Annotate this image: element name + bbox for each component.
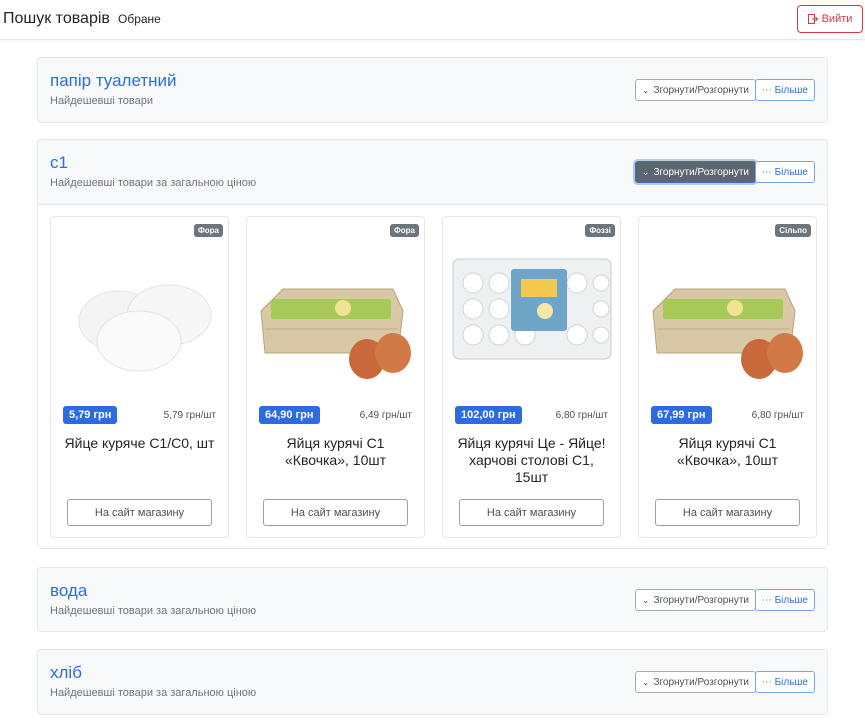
product-name: Яйця курячі Це - Яйце! харчові столові С…: [457, 435, 606, 485]
search-section: с1 Найдешевші товари за загальною ціною …: [37, 139, 828, 549]
store-badge: Фора: [193, 224, 223, 237]
search-section: хліб Найдешевші товари за загальною ціно…: [37, 649, 828, 715]
toggle-label: Згорнути/Розгорнути: [653, 166, 749, 178]
product-card: Фоззі 102,00 грн 6,80 грн/шт Яйця курячі…: [442, 216, 621, 538]
logout-icon: [807, 14, 818, 24]
go-to-store-button[interactable]: На сайт магазину: [67, 499, 212, 526]
section-subtitle: Найдешевші товари за загальною ціною: [50, 605, 257, 617]
ellipsis-icon: ⋯: [761, 594, 772, 606]
search-section: папір туалетний Найдешевші товари ⌄ Згорн…: [37, 57, 828, 123]
more-label: Більше: [774, 84, 808, 96]
toggle-collapse-button[interactable]: ⌄ Згорнути/Розгорнути: [634, 589, 756, 611]
toggle-label: Згорнути/Розгорнути: [653, 676, 749, 688]
toggle-label: Згорнути/Розгорнути: [653, 594, 749, 606]
store-badge: Фора: [389, 224, 419, 237]
more-button[interactable]: ⋯ Більше: [754, 671, 815, 693]
toggle-collapse-button[interactable]: ⌄ Згорнути/Розгорнути: [634, 79, 756, 101]
store-badge: Сільпо: [775, 224, 811, 237]
more-button[interactable]: ⋯ Більше: [754, 161, 815, 183]
product-name: Яйце куряче С1/С0, шт: [64, 435, 215, 451]
section-title: с1: [50, 153, 68, 172]
section-subtitle: Найдешевші товари за загальною ціною: [50, 177, 257, 189]
product-image: [652, 288, 803, 379]
nav-favorites-link[interactable]: Обране: [118, 12, 161, 26]
section-title: вода: [50, 581, 88, 600]
product-name: Яйця курячі С1 «Квочка», 10шт: [677, 435, 778, 468]
product-list: Фора 5,79 грн 5,79 грн/шт Яйце куряче С1…: [38, 204, 827, 548]
toggle-collapse-button[interactable]: ⌄ Згорнути/Розгорнути: [634, 161, 756, 183]
chevron-down-icon: ⌄: [641, 166, 650, 177]
unit-price: 6,49 грн/шт: [359, 410, 412, 421]
go-to-store-button[interactable]: На сайт магазину: [459, 499, 604, 526]
go-to-store-button[interactable]: На сайт магазину: [655, 499, 800, 526]
product-image: [78, 284, 212, 372]
more-button[interactable]: ⋯ Більше: [754, 589, 815, 611]
price-badge: 5,79 грн: [63, 406, 118, 424]
chevron-down-icon: ⌄: [641, 676, 650, 687]
price-badge: 102,00 грн: [455, 406, 522, 424]
product-card: Фора 64,90 грн 6,49 грн/шт Яйця курячі С…: [246, 216, 425, 538]
more-label: Більше: [774, 166, 808, 178]
unit-price: 6,80 грн/шт: [555, 410, 608, 421]
more-label: Більше: [774, 676, 808, 688]
ellipsis-icon: ⋯: [761, 166, 772, 178]
product-image: [452, 258, 612, 360]
store-badge: Фоззі: [585, 224, 615, 237]
price-badge: 64,90 грн: [259, 406, 320, 424]
chevron-down-icon: ⌄: [641, 84, 650, 95]
ellipsis-icon: ⋯: [761, 676, 772, 688]
go-to-store-button[interactable]: На сайт магазину: [263, 499, 408, 526]
toggle-collapse-button[interactable]: ⌄ Згорнути/Розгорнути: [634, 671, 756, 693]
product-card: Фора 5,79 грн 5,79 грн/шт Яйце куряче С1…: [50, 216, 229, 538]
product-name: Яйця курячі С1 «Квочка», 10шт: [285, 435, 386, 468]
search-section: вода Найдешевші товари за загальною ціно…: [37, 567, 828, 632]
price-badge: 67,99 грн: [651, 406, 712, 424]
product-image: [260, 288, 411, 379]
unit-price: 5,79 грн/шт: [163, 410, 216, 421]
unit-price: 6,80 грн/шт: [751, 410, 804, 421]
logout-button[interactable]: Вийти: [797, 5, 863, 33]
section-subtitle: Найдешевші товари за загальною ціною: [50, 687, 257, 699]
top-navbar: Пошук товарів Обране Вийти: [0, 0, 865, 40]
section-title: хліб: [50, 663, 82, 682]
brand-link[interactable]: Пошук товарів: [3, 10, 110, 28]
chevron-down-icon: ⌄: [641, 594, 650, 605]
section-subtitle: Найдешевші товари: [50, 95, 153, 107]
more-label: Більше: [774, 594, 808, 606]
logout-label: Вийти: [821, 13, 853, 25]
ellipsis-icon: ⋯: [761, 84, 772, 96]
toggle-label: Згорнути/Розгорнути: [653, 84, 749, 96]
more-button[interactable]: ⋯ Більше: [754, 79, 815, 101]
product-card: Сільпо 67,99 грн 6,80 грн/шт Яйця курячі…: [638, 216, 817, 538]
section-title: папір туалетний: [50, 71, 177, 90]
